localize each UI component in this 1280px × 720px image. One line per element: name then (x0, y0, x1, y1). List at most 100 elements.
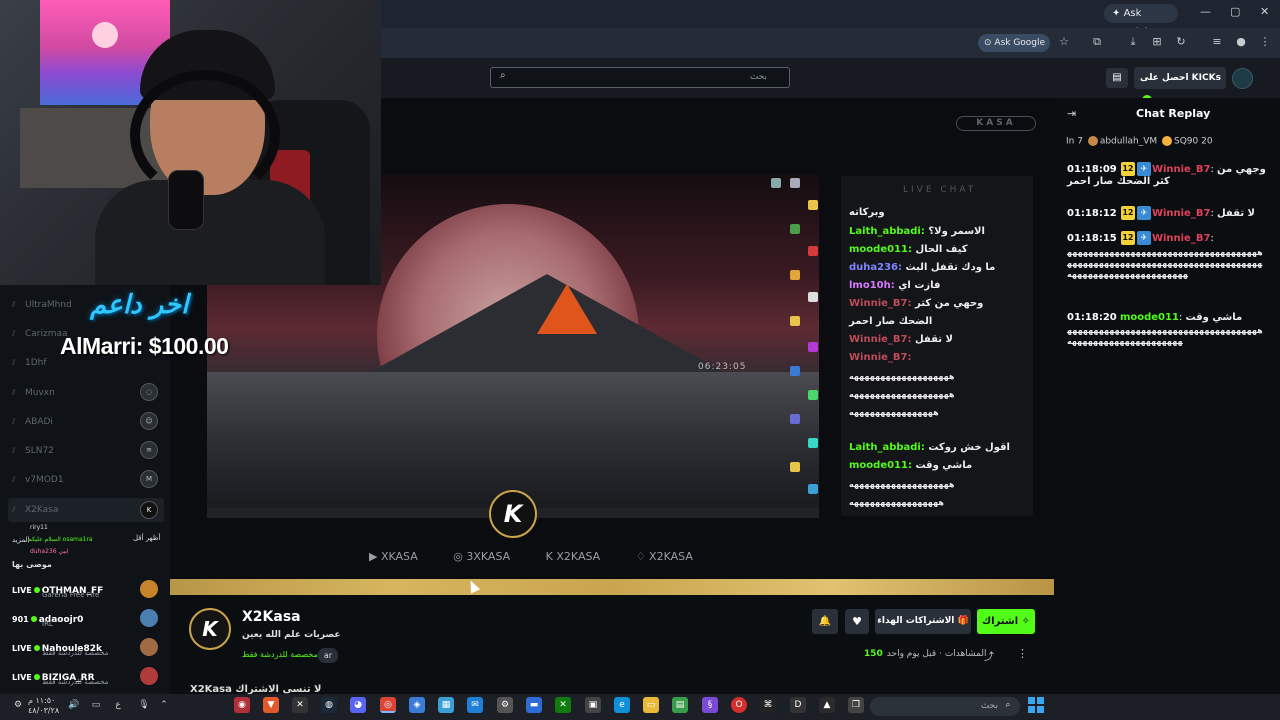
edge-icon[interactable]: e (614, 697, 630, 713)
show-more-link[interactable]: المزيد (12, 536, 30, 544)
capcut-icon[interactable]: ⌘ (760, 697, 776, 713)
network-icon[interactable]: ▭ (88, 697, 104, 713)
message-user[interactable]: Winnie_B7 (1152, 164, 1211, 175)
brave-browser-icon[interactable]: ▼ (263, 697, 279, 713)
desktop-app-icon (808, 246, 818, 256)
layout-toggle-button[interactable]: ▤ (1106, 68, 1128, 88)
bookmark-star-icon[interactable]: ☆ (1057, 35, 1071, 49)
sidebar-item-ultramhnd[interactable]: ⫽ UltraMhnd (12, 295, 72, 315)
microphone-icon[interactable]: 🎙 (136, 697, 152, 713)
discord-icon[interactable]: ◕ (350, 697, 366, 713)
clock-time: ١١:٥٠ م (28, 696, 56, 705)
message-time: 01:18:15 (1067, 233, 1117, 244)
reload-icon[interactable]: ↻ (1174, 35, 1188, 49)
ask-gemini-button[interactable]: ✦ Ask Gemini (1104, 4, 1178, 38)
message-text: لا تقفل (1217, 208, 1256, 219)
taskbar-app-icon[interactable]: ◉ (234, 697, 250, 713)
system-clock[interactable]: ١١:٥٠ م ٤٨/٠٣/٢٨ (28, 696, 59, 716)
translate-icon[interactable]: ⊞ (1150, 35, 1164, 49)
chrome-icon[interactable]: ◎ (380, 697, 396, 713)
profile-icon[interactable]: ● (1234, 35, 1248, 49)
taskbar-app-icon[interactable]: ◈ (409, 697, 425, 713)
follow-heart-button[interactable]: ♥ (845, 609, 869, 634)
language-icon[interactable]: ع (110, 697, 126, 713)
volume-icon[interactable]: 🔊 (66, 697, 82, 713)
search-icon: ⌕ (1005, 700, 1011, 710)
top-gifters-bar: In 7 abdullah_VM SQ90 20 (1066, 136, 1213, 147)
desktop-app-icon (808, 342, 818, 352)
windows-taskbar (0, 694, 1280, 720)
taskbar-app-icon[interactable]: ▤ (672, 697, 688, 713)
xbox-bar-icon[interactable]: ✕ (292, 697, 308, 713)
outlook-icon[interactable]: ✉ (467, 697, 483, 713)
live-channel-biziga[interactable]: LIVE BIZIGA_RR مخصصة للدردشة فقط (12, 665, 162, 691)
user-avatar[interactable] (1232, 68, 1253, 89)
photos-icon[interactable]: ▦ (438, 697, 454, 713)
sidebar-item-muvxn[interactable]: ⫽ Muvxn (12, 383, 55, 403)
message-user[interactable]: moode011 (1120, 312, 1179, 323)
sidebar-item-abadi[interactable]: ⫽ ABADi (12, 412, 53, 432)
cam-tv-sun (92, 22, 118, 48)
show-less-link[interactable]: أظهر أقل (133, 534, 160, 542)
download-icon[interactable]: ⤓ (1126, 35, 1140, 49)
settings-app-icon[interactable]: ⚙ (497, 697, 513, 713)
desktop-app-icon (790, 270, 800, 280)
notification-bell-button[interactable]: 🔔 (812, 609, 838, 634)
more-options-icon[interactable]: ⋮ (1017, 647, 1028, 660)
file-explorer-icon[interactable]: ▭ (643, 697, 659, 713)
store-icon[interactable]: ▣ (585, 697, 601, 713)
maximize-button[interactable]: ▢ (1230, 5, 1240, 18)
ask-google-button[interactable]: ⊙ Ask Google (978, 34, 1050, 52)
message-time: 01:18:12 (1067, 208, 1117, 219)
desktop-folder-icon (808, 200, 818, 210)
message-user[interactable]: Winnie_B7 (1152, 208, 1211, 219)
sidebar-item-1dhf[interactable]: ⫽ 1Dhf (12, 353, 47, 373)
mini-chat-line: السلام عليكم osama1ra (28, 536, 93, 543)
browser-menu-icon[interactable]: ⋮ (1258, 35, 1272, 49)
live-channel-adaoojr0[interactable]: 901 adaoojr0 IRL (12, 607, 162, 633)
sidebar-item-x2kasa[interactable]: ⫽ X2Kasa (12, 500, 58, 520)
xbox-icon[interactable]: ✕ (555, 697, 571, 713)
close-button[interactable]: ✕ (1260, 5, 1269, 18)
category-tag[interactable]: مخصصة للدردشة فقط (242, 650, 318, 659)
queue-icon[interactable]: ≡ (1210, 35, 1224, 49)
live-channel-othman[interactable]: LIVE OTHMAN_FF Garena Free Fire (12, 578, 162, 604)
video-progress-bar[interactable] (170, 579, 1054, 595)
taskbar-search[interactable]: بحث (870, 697, 1020, 716)
task-view-icon[interactable]: ❐ (848, 697, 864, 713)
live-channel-nahoule82k[interactable]: LIVE Nahoule82k مخصصة للدردشة فقط (12, 636, 162, 662)
social-handle-text: XKASA (380, 550, 418, 563)
chat-message: 01:18:09 12 ✈ Winnie_B7: وجهي من كثر الضحك… (1067, 162, 1266, 187)
settings-icon[interactable]: ⚙ (10, 697, 26, 713)
section-title: X2Kasa لا تنسى الاشتراك (190, 684, 322, 694)
share-icon[interactable]: ⤴ (984, 648, 994, 663)
gift-subs-button[interactable]: الاشتراكات الهداء 🎁 (875, 609, 971, 634)
taskbar-app-icon[interactable]: D (790, 697, 806, 713)
overlay-chat-user: Winnie_B7: (849, 352, 912, 363)
search-input[interactable]: بحث (490, 67, 790, 88)
sidebar-item-sln72[interactable]: ⫽ SLN72 (12, 441, 54, 461)
sidebar-item-v7mod1[interactable]: ⫽ v7MOD1 (12, 470, 64, 490)
cam-microphone (168, 170, 204, 230)
tray-expand-icon[interactable]: ⌃ (156, 697, 172, 713)
get-kicks-button[interactable]: احصل على KICKs (1134, 67, 1226, 105)
language-tag[interactable]: ar (318, 648, 338, 663)
taskbar-app-icon[interactable]: ▲ (819, 697, 835, 713)
subscribe-button[interactable]: اشتراك ✧ (977, 609, 1035, 634)
collapse-chat-icon[interactable]: ⇥ (1067, 107, 1076, 120)
channel-name[interactable]: X2Kasa (242, 609, 301, 625)
extensions-icon[interactable]: ⧉ (1090, 35, 1104, 49)
channel-avatar[interactable]: K (189, 608, 231, 650)
mini-chat-line: duha236 ابيي (30, 548, 69, 555)
taskbar-app-icon[interactable]: ▬ (526, 697, 542, 713)
channel-category: مخصصة للدردشة فقط (42, 678, 109, 686)
taskbar-app-icon[interactable]: § (702, 697, 718, 713)
opera-icon[interactable]: O (731, 697, 747, 713)
time-ago: قبل يوم واحد (886, 649, 937, 659)
start-menu-icon[interactable] (1028, 697, 1044, 713)
steam-icon[interactable]: ◍ (321, 697, 337, 713)
overlay-chat-user: moode011: (849, 244, 912, 255)
avatar (140, 580, 158, 598)
minimize-button[interactable]: — (1200, 5, 1211, 18)
message-user[interactable]: Winnie_B7 (1152, 233, 1211, 244)
